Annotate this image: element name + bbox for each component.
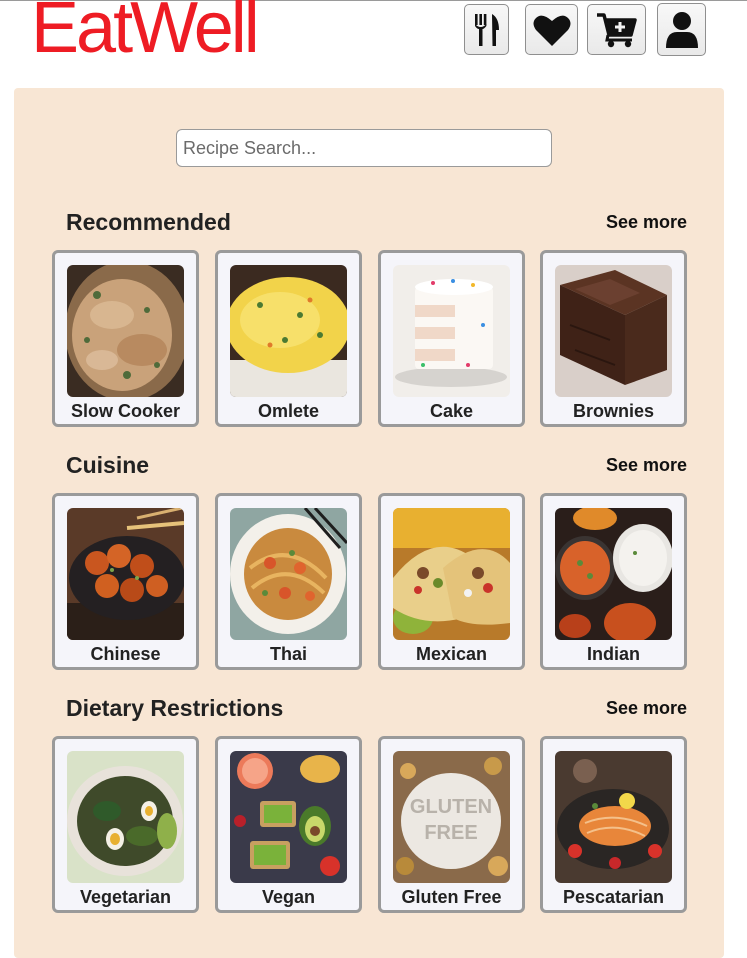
- see-more-cuisine[interactable]: See more: [606, 455, 687, 476]
- recipe-card-mexican[interactable]: Mexican: [378, 493, 525, 670]
- recipe-card-chinese[interactable]: Chinese: [52, 493, 199, 670]
- section-title-recommended: Recommended: [66, 209, 231, 235]
- card-label: Thai: [269, 644, 307, 664]
- section-title-cuisine: Cuisine: [66, 452, 150, 478]
- recipe-card-pescatarian[interactable]: Pescatarian: [540, 736, 687, 913]
- gluten-free-image: GLUTEN FREE: [393, 751, 510, 883]
- indian-image: [555, 508, 672, 640]
- card-label: Mexican: [415, 644, 488, 664]
- recipes-button[interactable]: [464, 4, 509, 55]
- card-label: Slow Cooker: [70, 401, 181, 421]
- recipe-card-thai[interactable]: Thai: [215, 493, 362, 670]
- vegetarian-image: [67, 751, 184, 883]
- card-label: Gluten Free: [401, 887, 502, 907]
- content-panel: Recommended See more Slow Cooker: [14, 88, 724, 958]
- heart-icon: [532, 13, 572, 47]
- section-title-dietary-restrictions: Dietary Restrictions: [66, 695, 284, 721]
- svg-text:FREE: FREE: [424, 822, 477, 844]
- favorites-button[interactable]: [525, 4, 578, 55]
- omlete-image: [230, 265, 347, 397]
- vegan-image: [230, 751, 347, 883]
- card-label: Vegetarian: [79, 887, 172, 907]
- pescatarian-image: [555, 751, 672, 883]
- card-label: Brownies: [572, 401, 655, 421]
- see-more-recommended[interactable]: See more: [606, 212, 687, 233]
- cart-button[interactable]: [587, 4, 646, 55]
- profile-button[interactable]: [657, 3, 706, 56]
- card-label: Chinese: [90, 644, 161, 664]
- chinese-image: [67, 508, 184, 640]
- recipe-search-input[interactable]: [176, 129, 552, 167]
- recipe-card-slow-cooker[interactable]: Slow Cooker: [52, 250, 199, 427]
- recipe-card-vegan[interactable]: Vegan: [215, 736, 362, 913]
- brownies-image: [555, 265, 672, 397]
- utensils-icon: [472, 12, 502, 48]
- recipe-card-gluten-free[interactable]: GLUTEN FREE Gluten Free: [378, 736, 525, 913]
- recipe-card-brownies[interactable]: Brownies: [540, 250, 687, 427]
- recipe-card-indian[interactable]: Indian: [540, 493, 687, 670]
- svg-text:GLUTEN: GLUTEN: [410, 796, 492, 818]
- card-label: Cake: [429, 401, 474, 421]
- recipe-card-vegetarian[interactable]: Vegetarian: [52, 736, 199, 913]
- header: EatWell: [0, 0, 747, 70]
- card-label: Omlete: [257, 401, 320, 421]
- user-icon: [665, 11, 699, 49]
- recipe-card-cake[interactable]: Cake: [378, 250, 525, 427]
- mexican-image: [393, 508, 510, 640]
- logo[interactable]: EatWell: [31, 0, 260, 68]
- card-label: Pescatarian: [562, 887, 665, 907]
- cake-image: [393, 265, 510, 397]
- card-label: Vegan: [261, 887, 316, 907]
- slow-cooker-image: [67, 265, 184, 397]
- see-more-dietary-restrictions[interactable]: See more: [606, 698, 687, 719]
- recipe-card-omlete[interactable]: Omlete: [215, 250, 362, 427]
- card-label: Indian: [587, 644, 640, 664]
- cart-plus-icon: [596, 11, 638, 49]
- thai-image: [230, 508, 347, 640]
